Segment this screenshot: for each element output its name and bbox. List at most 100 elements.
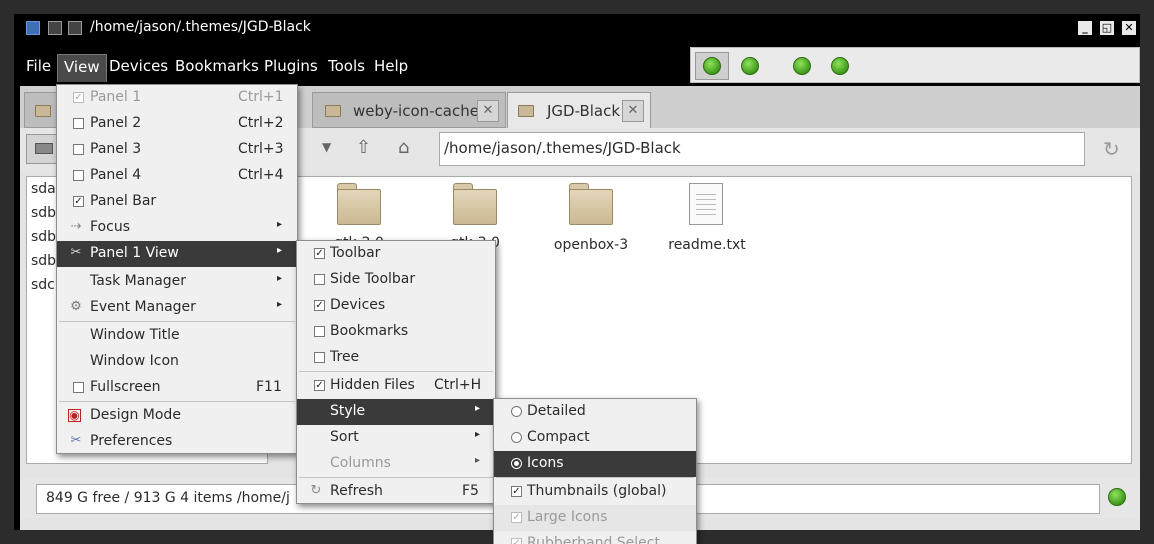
menu-item-sort[interactable]: Sort ▸ (297, 425, 495, 451)
menu-item-compact[interactable]: Compact (494, 425, 696, 451)
menu-item-hidden-files[interactable]: ✓ Hidden Files Ctrl+H (297, 373, 495, 399)
checkbox-icon (314, 274, 325, 285)
menu-item-window-icon[interactable]: Window Icon (57, 349, 297, 375)
menu-help[interactable]: Help (368, 54, 414, 82)
checkbox-icon (73, 144, 84, 155)
path-input[interactable]: /home/jason/.themes/JGD-Black (439, 132, 1085, 166)
menu-item-task-manager[interactable]: Task Manager ▸ (57, 269, 297, 295)
menu-item-columns[interactable]: Columns ▸ (297, 451, 495, 477)
close-tab-icon[interactable]: ✕ (622, 100, 644, 122)
panel-4-led-icon[interactable] (831, 57, 849, 75)
folder-icon (569, 183, 613, 225)
tab-hidden[interactable] (24, 92, 60, 128)
menu-item-panel-2[interactable]: Panel 2 Ctrl+2 (57, 111, 297, 137)
device-item[interactable]: sda (31, 181, 56, 197)
checkbox-checked-icon: ✓ (314, 248, 325, 259)
menu-item-refresh[interactable]: ↻ Refresh F5 (297, 479, 495, 505)
menu-item-bookmarks[interactable]: Bookmarks (297, 319, 495, 345)
folder-icon (518, 105, 534, 117)
drive-button[interactable] (26, 134, 60, 164)
menu-item-panel-bar[interactable]: ✓ Panel Bar (57, 189, 297, 215)
focus-arrow-icon: ⇢ (70, 219, 82, 234)
menu-item-fullscreen[interactable]: Fullscreen F11 (57, 375, 297, 401)
menu-plugins[interactable]: Plugins (258, 54, 324, 82)
menu-item-style[interactable]: Style ▸ (297, 399, 495, 425)
menu-item-panel-1[interactable]: ✓ Panel 1 Ctrl+1 (57, 85, 297, 111)
submenu-arrow-icon: ▸ (475, 403, 481, 414)
menu-separator (59, 321, 295, 322)
menu-item-event-manager[interactable]: ⚙ Event Manager ▸ (57, 295, 297, 321)
menu-item-side-toolbar[interactable]: Side Toolbar (297, 267, 495, 293)
device-item[interactable]: sdb (31, 253, 56, 269)
checkbox-checked-icon: ✓ (314, 380, 325, 391)
checkbox-checked-icon: ✓ (511, 512, 522, 523)
menu-devices[interactable]: Devices (103, 54, 174, 82)
menu-item-panel-3[interactable]: Panel 3 Ctrl+3 (57, 137, 297, 163)
file-name: openbox-3 (553, 237, 629, 253)
menu-tools[interactable]: Tools (322, 54, 371, 82)
file-name: readme.txt (668, 237, 746, 253)
checkbox-checked-icon: ✓ (511, 538, 522, 544)
panel-view-submenu: ✓ Toolbar Side Toolbar ✓ Devices Bookmar… (296, 240, 496, 504)
menu-item-panel-1-view[interactable]: ✂ Panel 1 View ▸ (57, 241, 297, 267)
shade-icon[interactable] (68, 21, 82, 35)
menu-view[interactable]: View (57, 54, 107, 82)
panel-bar (690, 47, 1140, 83)
reload-icon[interactable]: ↻ (1103, 137, 1120, 161)
menu-item-icons[interactable]: Icons (494, 451, 696, 477)
menu-separator (299, 477, 493, 478)
menu-file[interactable]: File (20, 54, 57, 82)
device-item[interactable]: sdb (31, 205, 56, 221)
menu-item-panel-4[interactable]: Panel 4 Ctrl+4 (57, 163, 297, 189)
menu-item-thumbnails[interactable]: ✓ Thumbnails (global) (494, 479, 696, 505)
menu-bookmarks[interactable]: Bookmarks (169, 54, 265, 82)
home-icon[interactable]: ⌂ (398, 137, 409, 158)
submenu-arrow-icon: ▸ (277, 245, 283, 256)
file-item[interactable]: openbox-3 (549, 183, 633, 253)
panel-2-led-icon[interactable] (741, 57, 759, 75)
submenu-arrow-icon: ▸ (277, 273, 283, 284)
close-tab-icon[interactable]: ✕ (477, 100, 499, 122)
tab-jgd-black[interactable]: JGD-Black ✕ (507, 92, 651, 128)
checkbox-icon (73, 170, 84, 181)
menu-item-preferences[interactable]: ✂ Preferences (57, 429, 297, 455)
folder-icon (325, 105, 341, 117)
menu-separator (496, 477, 694, 478)
menu-item-devices[interactable]: ✓ Devices (297, 293, 495, 319)
maximize-icon[interactable]: ◱ (1100, 21, 1114, 35)
checkbox-icon: ✓ (73, 92, 84, 103)
app-icon (26, 21, 40, 35)
tab-label: weby-icon-cache (353, 102, 479, 120)
menu-item-design-mode[interactable]: ◉ Design Mode (57, 403, 297, 429)
dropdown-arrow-icon[interactable]: ▼ (322, 140, 331, 154)
menu-item-large-icons[interactable]: ✓ Large Icons (494, 505, 696, 531)
design-mode-icon: ◉ (68, 408, 81, 422)
minimize-icon[interactable]: _ (1078, 21, 1092, 35)
checkbox-icon (314, 352, 325, 363)
checkbox-checked-icon: ✓ (73, 196, 84, 207)
menu-item-rubberband-select[interactable]: ✓ Rubberband Select (494, 531, 696, 544)
file-item[interactable]: readme.txt (663, 183, 751, 253)
menu-item-detailed[interactable]: Detailed (494, 399, 696, 425)
submenu-arrow-icon: ▸ (475, 429, 481, 440)
panel-3-led-icon[interactable] (793, 57, 811, 75)
device-item[interactable]: sdb (31, 229, 56, 245)
menu-item-window-title[interactable]: Window Title (57, 323, 297, 349)
checkbox-icon (314, 326, 325, 337)
folder-icon (453, 183, 497, 225)
submenu-arrow-icon: ▸ (277, 299, 283, 310)
checkbox-icon (73, 118, 84, 129)
tab-weby-icon-cache[interactable]: weby-icon-cache ✕ (312, 92, 506, 128)
menu-item-focus[interactable]: ⇢ Focus ▸ (57, 215, 297, 241)
submenu-arrow-icon: ▸ (475, 455, 481, 466)
drive-icon (35, 143, 53, 154)
close-icon[interactable]: ✕ (1122, 21, 1136, 35)
panel-1-led-icon[interactable] (703, 57, 721, 75)
up-icon[interactable]: ⇧ (356, 137, 371, 158)
menu-item-toolbar[interactable]: ✓ Toolbar (297, 241, 495, 267)
window-title: /home/jason/.themes/JGD-Black (90, 19, 311, 35)
style-submenu: Detailed Compact Icons ✓ Thumbnails (glo… (493, 398, 697, 544)
radio-icon (511, 432, 522, 443)
window-menu-icon[interactable] (48, 21, 62, 35)
menu-item-tree[interactable]: Tree (297, 345, 495, 371)
